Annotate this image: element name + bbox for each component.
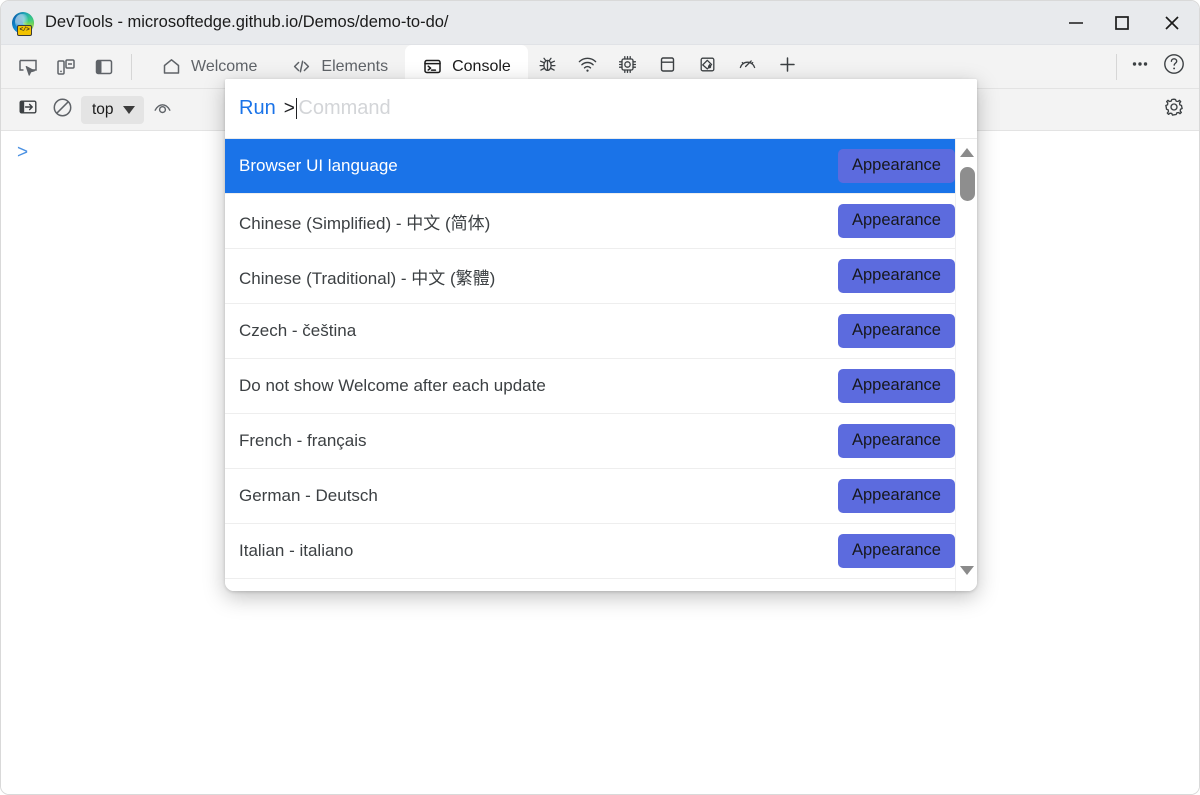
command-list-item[interactable]: Browser UI language Appearance <box>225 139 977 194</box>
command-list-item[interactable]: Italian - italiano Appearance <box>225 524 977 579</box>
help-button[interactable] <box>1157 51 1191 83</box>
run-prefix-label: Run <box>239 97 276 119</box>
console-prompt-icon <box>422 56 443 77</box>
network-wifi-icon <box>576 53 599 81</box>
scrollbar-down-button[interactable] <box>956 559 977 581</box>
toolbar-divider <box>131 53 132 80</box>
tab-elements-label: Elements <box>321 57 389 75</box>
more-horizontal-icon <box>1128 52 1152 81</box>
chevron-down-icon <box>122 105 135 114</box>
window-title: DevTools - microsoftedge.github.io/Demos… <box>45 13 449 31</box>
application-window-icon <box>656 53 679 81</box>
command-item-title: German - Deutsch <box>239 486 378 505</box>
command-item-title: Do not show Welcome after each update <box>239 376 546 395</box>
edge-devtools-logo-icon: </> <box>12 11 34 36</box>
command-list-item[interactable]: German - Deutsch Appearance <box>225 469 977 524</box>
command-menu-scrollbar[interactable] <box>955 139 977 591</box>
command-list-item[interactable]: Do not show Welcome after each update Ap… <box>225 359 977 414</box>
window-controls <box>1053 1 1199 45</box>
command-item-title: Chinese (Traditional) - 中文 (繁體) <box>239 268 496 288</box>
clear-console-button[interactable] <box>45 94 79 126</box>
gear-icon <box>1162 95 1186 124</box>
command-list-item[interactable]: French - français Appearance <box>225 414 977 469</box>
console-settings-button[interactable] <box>1157 94 1191 126</box>
home-icon <box>161 56 182 77</box>
scroll-up-arrow-icon <box>960 147 974 157</box>
command-item-title: Czech - čeština <box>239 321 357 340</box>
command-item-category-badge[interactable]: Appearance <box>838 534 955 568</box>
command-list-item[interactable]: Czech - čeština Appearance <box>225 304 977 359</box>
scrollbar-thumb[interactable] <box>960 167 975 201</box>
toolbar-divider-right <box>1116 53 1117 80</box>
title-bar: </> DevTools - microsoftedge.github.io/D… <box>1 1 1199 45</box>
question-circle-icon <box>1161 51 1187 82</box>
inspect-element-button[interactable] <box>11 51 45 83</box>
cpu-chip-icon <box>616 53 639 81</box>
console-sidebar-toggle[interactable] <box>11 94 45 126</box>
text-caret <box>295 98 298 119</box>
bug-icon <box>536 53 559 81</box>
command-menu-dialog: Run > Command Browser UI language Appear… <box>225 79 977 591</box>
command-item-category-badge[interactable]: Appearance <box>838 314 955 348</box>
command-item-category-badge[interactable]: Appearance <box>838 259 955 293</box>
device-emulation-button[interactable] <box>49 51 83 83</box>
eye-icon <box>151 96 174 124</box>
command-item-category-badge[interactable]: Appearance <box>838 424 955 458</box>
command-menu-list: Browser UI language Appearance Chinese (… <box>225 139 977 591</box>
tab-welcome-label: Welcome <box>191 57 258 75</box>
command-item-category-badge[interactable]: Appearance <box>838 369 955 403</box>
scroll-down-arrow-icon <box>960 565 974 575</box>
command-prefix-symbol: > <box>283 97 295 119</box>
command-item-category-badge[interactable]: Appearance <box>838 149 955 183</box>
command-item-category-badge[interactable]: Appearance <box>838 479 955 513</box>
javascript-context-value: top <box>92 100 114 118</box>
scrollbar-up-button[interactable] <box>956 141 977 163</box>
command-item-title: Chinese (Simplified) - 中文 (简体) <box>239 213 491 233</box>
paint-bucket-icon <box>696 53 719 81</box>
devtools-window: </> DevTools - microsoftedge.github.io/D… <box>0 0 1200 795</box>
tab-strip-right-tools <box>1110 45 1199 88</box>
command-item-title: Browser UI language <box>239 156 398 175</box>
command-item-title: Italian - italiano <box>239 541 354 560</box>
customize-devtools-button[interactable] <box>1123 51 1157 83</box>
minimize-button[interactable] <box>1053 1 1099 45</box>
no-entry-icon <box>51 96 74 124</box>
javascript-context-selector[interactable]: top <box>81 95 144 124</box>
sidebar-open-icon <box>17 96 39 123</box>
command-list-item[interactable]: Chinese (Simplified) - 中文 (简体) Appearanc… <box>225 194 977 249</box>
tab-strip-left-tools <box>1 45 144 88</box>
command-input-placeholder: Command <box>298 97 391 119</box>
command-item-title: French - français <box>239 431 367 450</box>
create-live-expression-button[interactable] <box>146 94 180 126</box>
dock-side-button[interactable] <box>87 51 121 83</box>
command-list-item[interactable]: Chinese (Traditional) - 中文 (繁體) Appearan… <box>225 249 977 304</box>
chevron-right-icon: > <box>17 142 29 163</box>
tab-console-label: Console <box>452 57 511 75</box>
plus-icon <box>776 53 799 81</box>
command-item-category-badge[interactable]: Appearance <box>838 204 955 238</box>
speedometer-icon <box>736 53 759 81</box>
code-brackets-icon <box>291 56 312 77</box>
command-menu-input-row[interactable]: Run > Command <box>225 79 977 139</box>
maximize-button[interactable] <box>1099 1 1145 45</box>
close-button[interactable] <box>1145 1 1199 45</box>
